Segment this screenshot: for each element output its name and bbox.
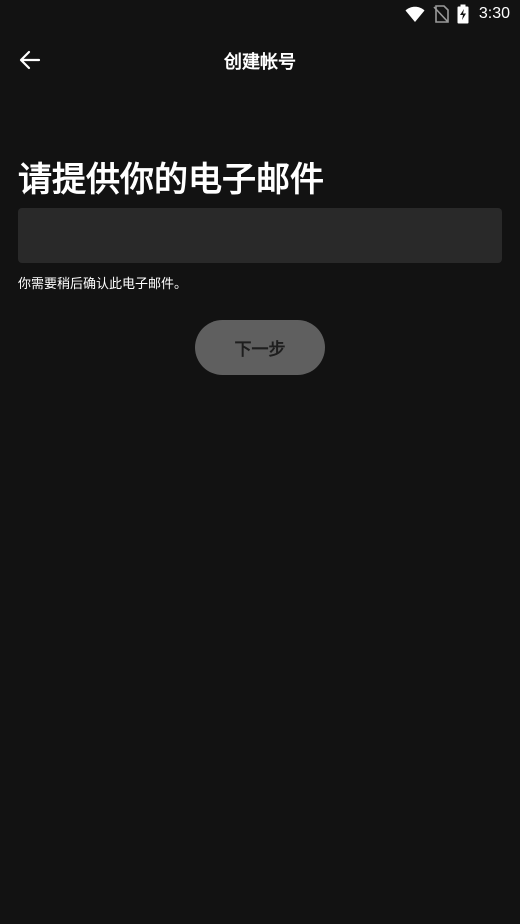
- page-title: 创建帐号: [224, 52, 296, 73]
- status-bar: 3:30: [0, 0, 520, 28]
- wifi-icon: [405, 5, 425, 23]
- create-account-screen: 3:30 创建帐号 请提供你的电子邮件 你需要稍后确认此电子邮件。 下一步: [0, 0, 520, 924]
- battery-charging-icon: [457, 4, 469, 24]
- next-button[interactable]: 下一步: [195, 320, 325, 375]
- email-field[interactable]: [18, 208, 502, 263]
- email-heading: 请提供你的电子邮件: [18, 160, 324, 200]
- no-sim-icon: [433, 5, 449, 23]
- next-button-label: 下一步: [234, 340, 286, 360]
- app-bar: 创建帐号: [0, 28, 520, 92]
- status-time: 3:30: [478, 5, 510, 22]
- email-helper-text: 你需要稍后确认此电子邮件。: [18, 277, 188, 292]
